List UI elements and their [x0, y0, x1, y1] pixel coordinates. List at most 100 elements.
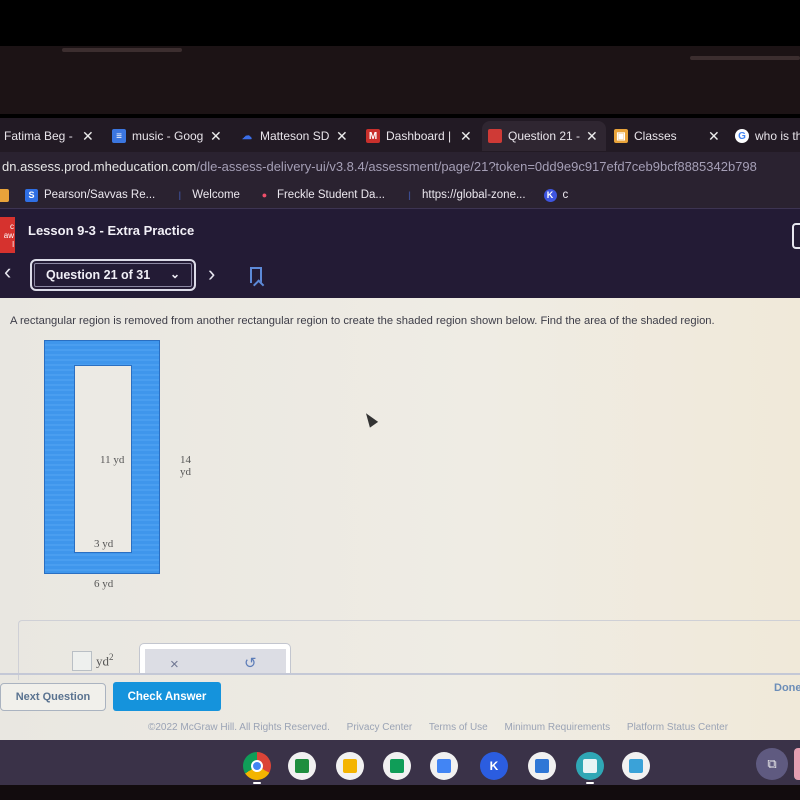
chrome-icon[interactable]: [243, 752, 271, 780]
menu-button[interactable]: [792, 223, 800, 249]
bookmark-global-zone[interactable]: | https://global-zone...: [403, 189, 526, 202]
savvas-icon: S: [25, 188, 38, 202]
tab-classes[interactable]: ▣ Classes ✕: [614, 121, 720, 151]
bookmark-kahoot[interactable]: K c: [543, 188, 569, 202]
outer-height-label: 14 yd: [180, 454, 191, 478]
question-prompt: A rectangular region is removed from ano…: [10, 315, 715, 327]
google-docs-icon: ≡: [112, 129, 126, 143]
answer-panel: [18, 620, 800, 680]
running-indicator: [253, 782, 261, 784]
tab-label: Dashboard |: [386, 129, 452, 143]
screencastify-icon[interactable]: [528, 752, 556, 780]
answer-unit: yd2: [96, 652, 114, 669]
next-question-arrow-button[interactable]: ›: [208, 261, 215, 287]
tab-label: Classes: [634, 129, 677, 143]
freckle-icon: ●: [261, 190, 268, 200]
toolbox-background: [145, 649, 286, 674]
kami-icon[interactable]: K: [480, 752, 508, 780]
bookmark-freckle[interactable]: ● Freckle Student Da...: [258, 189, 385, 202]
shaded-region-figure: 11 yd 14 yd 3 yd 6 yd: [44, 340, 191, 590]
k-logo-icon: |: [178, 190, 181, 200]
cloud-icon: ☁: [242, 130, 252, 142]
terms-of-use-link[interactable]: Terms of Use: [429, 722, 488, 733]
clear-answer-button[interactable]: ×: [170, 656, 179, 673]
bookmark-label: c: [562, 189, 569, 201]
url-host: dn.assess.prod.mheducation.com: [2, 159, 197, 174]
google-sheets-icon[interactable]: [383, 752, 411, 780]
platform-status-center-link[interactable]: Platform Status Center: [627, 722, 728, 733]
answer-input[interactable]: [72, 651, 92, 671]
inner-height-label: 11 yd: [100, 454, 125, 466]
bookmark-classroom[interactable]: [0, 188, 15, 202]
inner-width-label: 3 yd: [94, 538, 114, 550]
tab-label: Question 21 -: [508, 129, 581, 143]
previous-question-button[interactable]: ‹: [4, 259, 11, 285]
unit-text: yd: [96, 653, 109, 669]
bookmark-welcome[interactable]: | Welcome: [173, 189, 240, 202]
tab-label: who is the: [755, 129, 800, 143]
browser-tab-strip: Fatima Beg - ✕ ≡ music - Goog ✕ ☁ Mattes…: [0, 118, 800, 152]
tab-question-21[interactable]: Question 21 - ✕: [482, 121, 606, 151]
k-logo-icon: |: [408, 190, 411, 200]
screen-bezel: [0, 0, 800, 46]
tab-matteson-sd[interactable]: ☁ Matteson SD ✕: [240, 121, 348, 151]
screenshot-tray-icon[interactable]: ⧉: [756, 748, 788, 780]
address-bar[interactable]: dn.assess.prod.mheducation.com/dle-asses…: [0, 152, 800, 182]
tab-music[interactable]: ≡ music - Goog ✕: [112, 121, 222, 151]
copyright-text: ©2022 McGraw Hill. All Rights Reserved.: [148, 722, 330, 733]
tab-fatima-beg[interactable]: Fatima Beg - ✕: [4, 121, 94, 151]
status-area[interactable]: [794, 748, 800, 780]
next-question-button[interactable]: Next Question: [0, 683, 106, 711]
question-content: A rectangular region is removed from ano…: [0, 298, 800, 740]
check-answer-button[interactable]: Check Answer: [113, 682, 221, 711]
close-icon[interactable]: ✕: [82, 128, 94, 145]
url-path: /dle-assess-delivery-ui/v3.8.4/assessmen…: [196, 159, 757, 174]
os-shelf: K ⧉: [0, 740, 800, 785]
tab-label: Matteson SD: [260, 129, 330, 143]
google-classroom-icon[interactable]: [288, 752, 316, 780]
close-icon[interactable]: ✕: [586, 128, 598, 145]
window-titlebar-area: [0, 46, 800, 114]
classroom-icon: [0, 188, 9, 202]
lesson-title: Lesson 9-3 - Extra Practice: [28, 223, 195, 238]
question-selector-dropdown[interactable]: Question 21 of 31 ⌄: [30, 259, 196, 291]
tab-label: Fatima Beg -: [4, 129, 73, 143]
done-button[interactable]: Done: [774, 682, 800, 694]
close-icon[interactable]: ✕: [210, 128, 222, 145]
bookmark-question-icon[interactable]: [250, 267, 262, 283]
divider: [0, 673, 800, 675]
page-footer: ©2022 McGraw Hill. All Rights Reserved. …: [148, 722, 742, 733]
bookmark-label: Freckle Student Da...: [276, 189, 385, 201]
app-launcher-icon[interactable]: [576, 752, 604, 780]
bookmark-pearson-savvas[interactable]: S Pearson/Savvas Re...: [25, 188, 156, 202]
bookmark-label: https://global-zone...: [421, 189, 526, 201]
running-indicator: [586, 782, 594, 784]
google-slides-icon[interactable]: [336, 752, 364, 780]
google-icon: G: [735, 129, 749, 143]
cloud-app-icon[interactable]: [622, 752, 650, 780]
tab-dashboard[interactable]: M Dashboard | ✕: [366, 121, 472, 151]
tab-google-search[interactable]: G who is the: [735, 121, 800, 151]
question-selector-label: Question 21 of 31: [46, 268, 151, 282]
window-decoration: [62, 48, 182, 52]
assessment-header: c aw l Lesson 9-3 - Extra Practice ‹ Quest…: [0, 208, 800, 298]
m-logo-icon: M: [366, 129, 380, 143]
google-classroom-icon: ▣: [614, 129, 628, 143]
bookmark-label: Pearson/Savvas Re...: [44, 189, 156, 201]
screen-bezel-bottom: [0, 785, 800, 800]
undo-button[interactable]: ↺: [244, 654, 257, 672]
chevron-down-icon: ⌄: [169, 267, 180, 281]
mcgraw-hill-icon: [488, 129, 502, 143]
bookmarks-bar: S Pearson/Savvas Re... | Welcome ● Freck…: [0, 182, 800, 208]
minimum-requirements-link[interactable]: Minimum Requirements: [505, 722, 611, 733]
mcgraw-hill-logo: c aw l: [0, 217, 15, 253]
google-docs-icon[interactable]: [430, 752, 458, 780]
answer-toolbox: [139, 643, 291, 674]
window-decoration: [690, 56, 800, 60]
close-icon[interactable]: ✕: [708, 128, 720, 145]
close-icon[interactable]: ✕: [460, 128, 472, 145]
bookmark-label: Welcome: [192, 189, 240, 201]
close-icon[interactable]: ✕: [336, 128, 348, 145]
kahoot-icon: K: [543, 188, 557, 202]
privacy-center-link[interactable]: Privacy Center: [347, 722, 413, 733]
